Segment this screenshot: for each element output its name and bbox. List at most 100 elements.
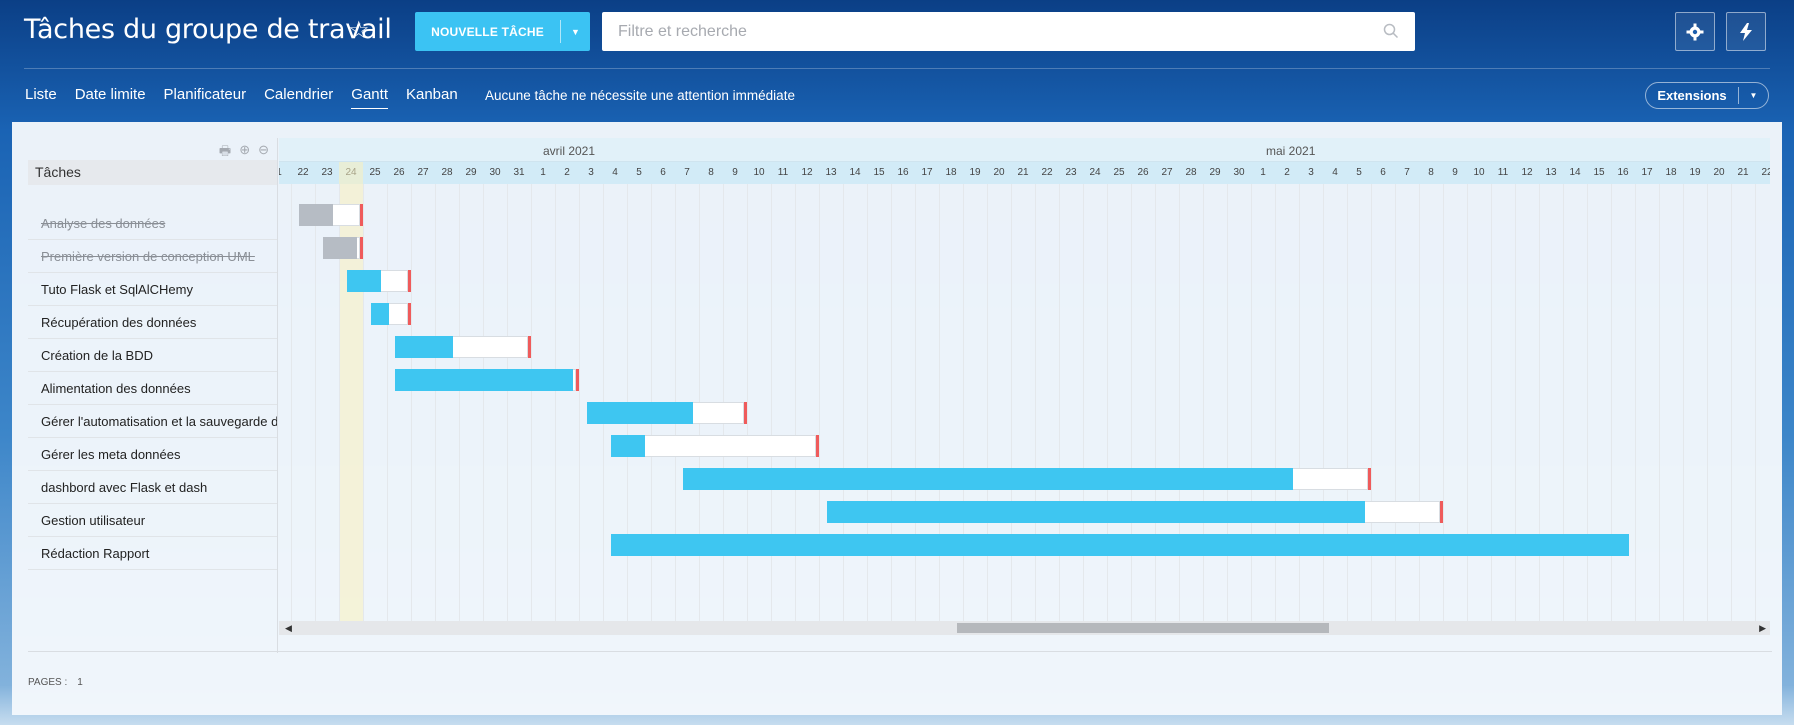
- grid-line: [1659, 184, 1660, 621]
- deadline-marker[interactable]: [408, 303, 411, 325]
- day-label: 22: [1761, 167, 1770, 178]
- grid-line: [363, 184, 364, 621]
- pagination: PAGES : 1: [28, 677, 83, 688]
- deadline-marker[interactable]: [360, 204, 363, 226]
- day-label: 4: [612, 167, 618, 178]
- day-label: 25: [369, 167, 381, 178]
- day-label: 21: [1017, 167, 1029, 178]
- lightning-icon: [1740, 22, 1752, 41]
- task-progress[interactable]: [611, 435, 645, 457]
- grid-line: [1683, 184, 1684, 621]
- task-progress[interactable]: [587, 402, 693, 424]
- day-label: 17: [921, 167, 933, 178]
- task-row[interactable]: Tuto Flask et SqlAlCHemy: [28, 273, 277, 306]
- pages-label: PAGES :: [28, 677, 68, 688]
- tab-kanban[interactable]: Kanban: [406, 86, 458, 109]
- horizontal-scrollbar[interactable]: ◀ ▶: [279, 621, 1770, 635]
- task-row[interactable]: Gestion utilisateur: [28, 504, 277, 537]
- day-label: 8: [708, 167, 714, 178]
- day-label: 10: [1473, 167, 1485, 178]
- extensions-label: Extensions: [1657, 88, 1727, 103]
- extensions-button[interactable]: Extensions ▼: [1645, 82, 1769, 109]
- grid-line: [435, 184, 436, 621]
- task-progress[interactable]: [299, 204, 333, 226]
- day-label: 28: [441, 167, 453, 178]
- search-icon[interactable]: [1383, 23, 1399, 39]
- deadline-marker[interactable]: [528, 336, 531, 358]
- day-label: 23: [1065, 167, 1077, 178]
- day-label: 2: [1284, 167, 1290, 178]
- tab-deadline[interactable]: Date limite: [75, 86, 146, 109]
- day-label: 29: [465, 167, 477, 178]
- deadline-marker[interactable]: [408, 270, 411, 292]
- page-number[interactable]: 1: [77, 677, 83, 688]
- task-row[interactable]: Alimentation des données: [28, 372, 277, 405]
- gantt-panel: 🖶 ⊕ ⊖ Tâches Analyse des données Première…: [12, 122, 1782, 715]
- day-label: 13: [1545, 167, 1557, 178]
- deadline-marker[interactable]: [576, 369, 579, 391]
- tab-calendar[interactable]: Calendrier: [264, 86, 333, 109]
- tab-list[interactable]: Liste: [25, 86, 57, 109]
- day-label: 1: [540, 167, 546, 178]
- task-progress[interactable]: [371, 303, 389, 325]
- day-label: 29: [1209, 167, 1221, 178]
- day-label: 4: [1332, 167, 1338, 178]
- task-row[interactable]: Gérer l'automatisation et la sauvegarde …: [28, 405, 277, 438]
- task-progress[interactable]: [395, 369, 573, 391]
- page-title: Tâches du groupe de travail: [24, 14, 392, 45]
- task-row[interactable]: Rédaction Rapport: [28, 537, 277, 570]
- day-label: 3: [588, 167, 594, 178]
- month-label: avril 2021: [543, 144, 596, 158]
- deadline-marker[interactable]: [360, 237, 363, 259]
- day-label: 6: [660, 167, 666, 178]
- day-label: 3: [1308, 167, 1314, 178]
- month-label: mai 2021: [1266, 144, 1316, 158]
- extensions-dropdown-icon[interactable]: ▼: [1739, 91, 1768, 100]
- day-label: 14: [1569, 167, 1581, 178]
- day-label: 9: [1452, 167, 1458, 178]
- task-progress[interactable]: [827, 501, 1365, 523]
- task-progress[interactable]: [683, 468, 1293, 490]
- settings-button[interactable]: [1675, 12, 1715, 51]
- day-label: 18: [945, 167, 957, 178]
- task-row[interactable]: Première version de conception UML: [28, 240, 277, 273]
- task-progress[interactable]: [323, 237, 357, 259]
- favorite-star-icon[interactable]: ☆: [348, 16, 370, 45]
- quick-actions-button[interactable]: [1726, 12, 1766, 51]
- search-input[interactable]: [618, 22, 1378, 41]
- deadline-marker[interactable]: [816, 435, 819, 457]
- attention-notice: Aucune tâche ne nécessite une attention …: [485, 88, 795, 103]
- task-progress[interactable]: [347, 270, 381, 292]
- task-row[interactable]: Analyse des données: [28, 207, 277, 240]
- deadline-marker[interactable]: [744, 402, 747, 424]
- task-progress[interactable]: [395, 336, 453, 358]
- scroll-left-icon[interactable]: ◀: [285, 621, 292, 635]
- day-label: 17: [1641, 167, 1653, 178]
- gear-icon: [1686, 23, 1704, 40]
- new-task-button[interactable]: NOUVELLE TÂCHE ▼: [415, 12, 590, 51]
- day-label: 10: [753, 167, 765, 178]
- day-label: 6: [1380, 167, 1386, 178]
- day-label: 12: [1521, 167, 1533, 178]
- scrollbar-thumb[interactable]: [957, 623, 1329, 633]
- tab-gantt[interactable]: Gantt: [351, 86, 388, 109]
- task-row[interactable]: Gérer les meta données: [28, 438, 277, 471]
- day-label: 20: [1713, 167, 1725, 178]
- deadline-marker[interactable]: [1440, 501, 1443, 523]
- day-label: 23: [321, 167, 333, 178]
- task-row[interactable]: dashbord avec Flask et dash: [28, 471, 277, 504]
- scroll-right-icon[interactable]: ▶: [1759, 621, 1766, 635]
- new-task-dropdown-icon[interactable]: ▼: [561, 27, 590, 37]
- search-box[interactable]: [602, 12, 1415, 51]
- day-label: 30: [1233, 167, 1245, 178]
- day-label: 5: [1356, 167, 1362, 178]
- grid-line: [459, 184, 460, 621]
- day-label: 21: [1737, 167, 1749, 178]
- day-label: 16: [1617, 167, 1629, 178]
- grid-line: [1635, 184, 1636, 621]
- tab-planner[interactable]: Planificateur: [164, 86, 247, 109]
- task-progress[interactable]: [611, 534, 1629, 556]
- task-row[interactable]: Récupération des données: [28, 306, 277, 339]
- task-row[interactable]: Création de la BDD: [28, 339, 277, 372]
- deadline-marker[interactable]: [1368, 468, 1371, 490]
